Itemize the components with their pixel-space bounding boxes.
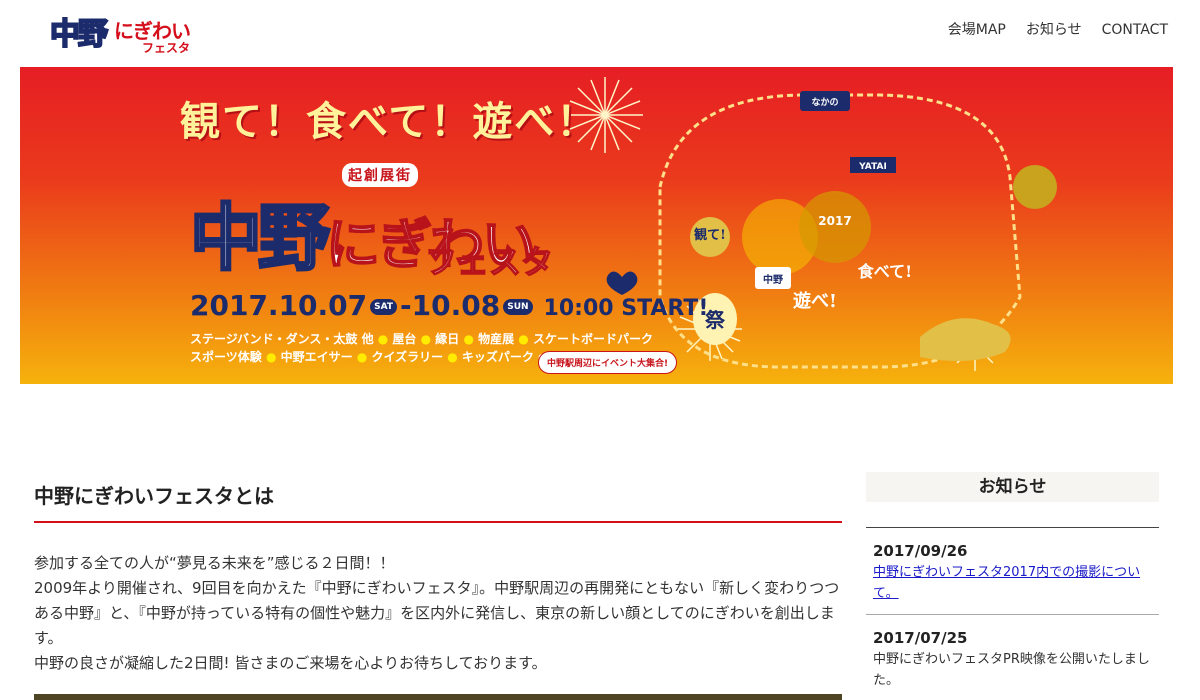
hero-title-sub: フェスタ xyxy=(424,242,554,282)
logo-kana: にぎわい xyxy=(114,19,190,43)
site-header: 中野 にぎわい フェスタ 会場MAP お知らせ CONTACT xyxy=(0,0,1200,66)
hero-title-kanji: 中野 xyxy=(188,194,331,282)
nav-news-link[interactable]: お知らせ xyxy=(1026,20,1082,40)
nav-contact-link[interactable]: CONTACT xyxy=(1102,20,1168,40)
event-item: 中野エイサー xyxy=(280,350,353,364)
site-logo[interactable]: 中野 にぎわい フェスタ xyxy=(49,14,210,55)
illust-badge: 中野 xyxy=(763,273,783,286)
news-item: 2017/09/26 中野にぎわいフェスタ2017内での撮影について。 xyxy=(866,528,1159,615)
event-item: 縁日 xyxy=(435,332,460,346)
hero-banner: なかの 2017 YATAI 観て! 食べて! 遊べ! 中野 祭 観て！食べて！… xyxy=(20,67,1173,384)
global-nav: 会場MAP お知らせ CONTACT xyxy=(948,20,1168,40)
illust-word-play: 遊べ! xyxy=(793,290,837,312)
news-date: 2017/09/26 xyxy=(873,542,968,560)
event-item: 屋台 xyxy=(392,332,417,346)
event-item: クイズラリー xyxy=(371,350,444,364)
station-sign: なかの xyxy=(811,97,838,108)
about-line: 2009年より開催され、9回目を向かえた『中野にぎわいフェスタ』。中野駅周辺の再… xyxy=(34,579,840,647)
about-text: 参加する全ての人が“夢見る未来を”感じる２日間！！ 2009年より開催され、9回… xyxy=(34,551,842,676)
event-item: スポーツ体験 xyxy=(190,350,262,364)
hero-catch-copy: 観て！食べて！遊べ！ xyxy=(180,98,599,145)
news-sidebar: お知らせ 2017/09/26 中野にぎわいフェスタ2017内での撮影について。… xyxy=(866,472,1159,700)
about-line: 中野の良さが凝縮した2日間! 皆さまのご来場を心よりお待ちしております。 xyxy=(34,654,547,672)
hero-date: 2017.10.07 SAT -10.08 SUN 10:00 START! xyxy=(190,289,708,322)
events-line-1: ステージバンド・ダンス・太鼓 他 ● 屋台 ● 縁日 ● 物産展 ● スケートボ… xyxy=(190,332,653,346)
video-thumbnail[interactable] xyxy=(34,694,842,700)
news-item: 2017/07/25 中野にぎわいフェスタPR映像を公開いたしました。 xyxy=(866,615,1159,700)
about-line: 参加する全ての人が“夢見る未来を”感じる２日間！！ xyxy=(34,554,395,572)
event-item: スケートボードパーク xyxy=(532,332,653,346)
logo-graphic: 中野 にぎわい フェスタ xyxy=(49,16,191,55)
date-end: -10.08 xyxy=(400,289,501,322)
section-title: 中野にぎわいフェスタとは xyxy=(34,472,842,523)
hero-bubble: 中野駅周辺にイベント大集合! xyxy=(538,351,678,374)
yatai-sign: YATAI xyxy=(858,162,887,172)
logo-sub: フェスタ xyxy=(142,41,190,54)
sidebar-title: お知らせ xyxy=(866,472,1159,502)
nav-map-link[interactable]: 会場MAP xyxy=(948,20,1006,40)
date-start: 2017.10.07 xyxy=(190,289,368,322)
news-link[interactable]: 中野にぎわいフェスタ2017内での撮影について。 xyxy=(873,562,1152,604)
event-item: ステージバンド・ダンス・太鼓 他 xyxy=(190,332,374,346)
day-start-badge: SAT xyxy=(370,299,398,315)
illust-word-eat: 食べて! xyxy=(857,262,912,281)
about-section: 中野にぎわいフェスタとは 参加する全ての人が“夢見る未来を”感じる２日間！！ 2… xyxy=(34,472,842,676)
event-item: 物産展 xyxy=(478,332,515,346)
news-text: 中野にぎわいフェスタPR映像を公開いたしました。 xyxy=(873,652,1150,688)
day-end-badge: SUN xyxy=(503,299,533,315)
start-time: 10:00 START! xyxy=(543,296,709,321)
news-date: 2017/07/25 xyxy=(873,629,968,647)
logo-kanji: 中野 xyxy=(50,17,108,52)
illust-word-watch: 観て! xyxy=(693,227,726,243)
festival-illustration: なかの 2017 YATAI 観て! 食べて! 遊べ! 中野 祭 xyxy=(658,91,1057,369)
illust-year: 2017 xyxy=(818,214,851,228)
